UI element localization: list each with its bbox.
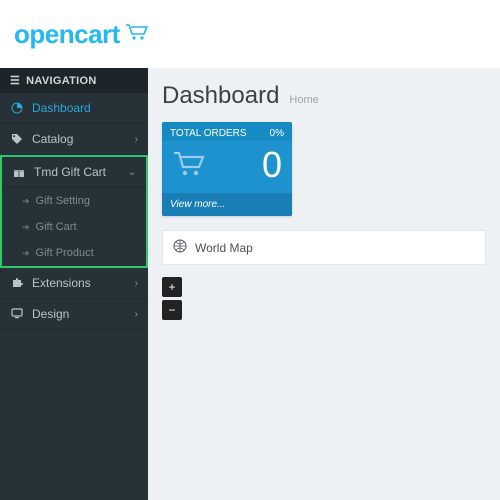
cart-icon (124, 22, 150, 47)
sidebar-item-extensions[interactable]: Extensions › (0, 268, 148, 299)
sidebar-item-dashboard[interactable]: Dashboard (0, 93, 148, 124)
logo-bar: opencart (0, 0, 500, 68)
sidebar-subitem-label: Gift Cart (36, 221, 77, 233)
sidebar-item-label: Extensions (32, 276, 127, 290)
page-title: Dashboard (162, 82, 279, 110)
sidebar-subitem-gift-cart[interactable]: ➔ Gift Cart (2, 214, 146, 240)
page-header: Dashboard Home (162, 82, 486, 110)
chevron-right-icon: › (135, 278, 138, 289)
sidebar-item-label: Catalog (32, 132, 127, 146)
arrow-icon: ➔ (22, 248, 30, 259)
sidebar: ☰ NAVIGATION Dashboard Catalog › (0, 68, 148, 500)
tile-value: 0 (262, 147, 282, 183)
tile-header: TOTAL ORDERS 0% (162, 122, 292, 141)
zoom-in-button[interactable]: + (162, 277, 182, 297)
chevron-down-icon: ⌄ (128, 167, 136, 178)
chevron-right-icon: › (135, 134, 138, 145)
sidebar-item-tmd-gift-cart[interactable]: Tmd Gift Cart ⌄ (2, 157, 146, 188)
tile-title: TOTAL ORDERS (170, 128, 247, 139)
sidebar-subitem-gift-setting[interactable]: ➔ Gift Setting (2, 188, 146, 214)
sidebar-item-catalog[interactable]: Catalog › (0, 124, 148, 155)
breadcrumb[interactable]: Home (289, 94, 318, 106)
world-map-label: World Map (195, 241, 253, 255)
gift-icon (12, 165, 26, 179)
desktop-icon (10, 307, 24, 321)
menu-icon: ☰ (10, 74, 20, 87)
sidebar-subitem-gift-product[interactable]: ➔ Gift Product (2, 240, 146, 266)
cart-icon (172, 149, 206, 182)
dashboard-icon (10, 101, 24, 115)
tag-icon (10, 132, 24, 146)
highlighted-group: Tmd Gift Cart ⌄ ➔ Gift Setting ➔ Gift Ca… (0, 155, 148, 268)
nav-header: ☰ NAVIGATION (0, 68, 148, 93)
sidebar-item-design[interactable]: Design › (0, 299, 148, 330)
total-orders-tile: TOTAL ORDERS 0% 0 View more... (162, 122, 292, 216)
tile-percent: 0% (270, 128, 284, 139)
arrow-icon: ➔ (22, 196, 30, 207)
zoom-out-button[interactable]: − (162, 300, 182, 320)
tile-footer-link[interactable]: View more... (162, 193, 292, 216)
main-content: Dashboard Home TOTAL ORDERS 0% 0 View mo… (148, 68, 500, 500)
sidebar-item-label: Design (32, 307, 127, 321)
nav-header-label: NAVIGATION (26, 75, 96, 87)
zoom-controls: + − (162, 277, 486, 320)
puzzle-icon (10, 276, 24, 290)
logo-text: opencart (14, 19, 120, 50)
chevron-right-icon: › (135, 309, 138, 320)
sidebar-item-label: Dashboard (32, 101, 138, 115)
globe-icon (173, 239, 187, 256)
arrow-icon: ➔ (22, 222, 30, 233)
sidebar-subitem-label: Gift Setting (36, 195, 90, 207)
sidebar-subitem-label: Gift Product (36, 247, 94, 259)
sidebar-item-label: Tmd Gift Cart (34, 165, 120, 179)
tile-body: 0 (162, 141, 292, 193)
world-map-panel: World Map (162, 230, 486, 265)
